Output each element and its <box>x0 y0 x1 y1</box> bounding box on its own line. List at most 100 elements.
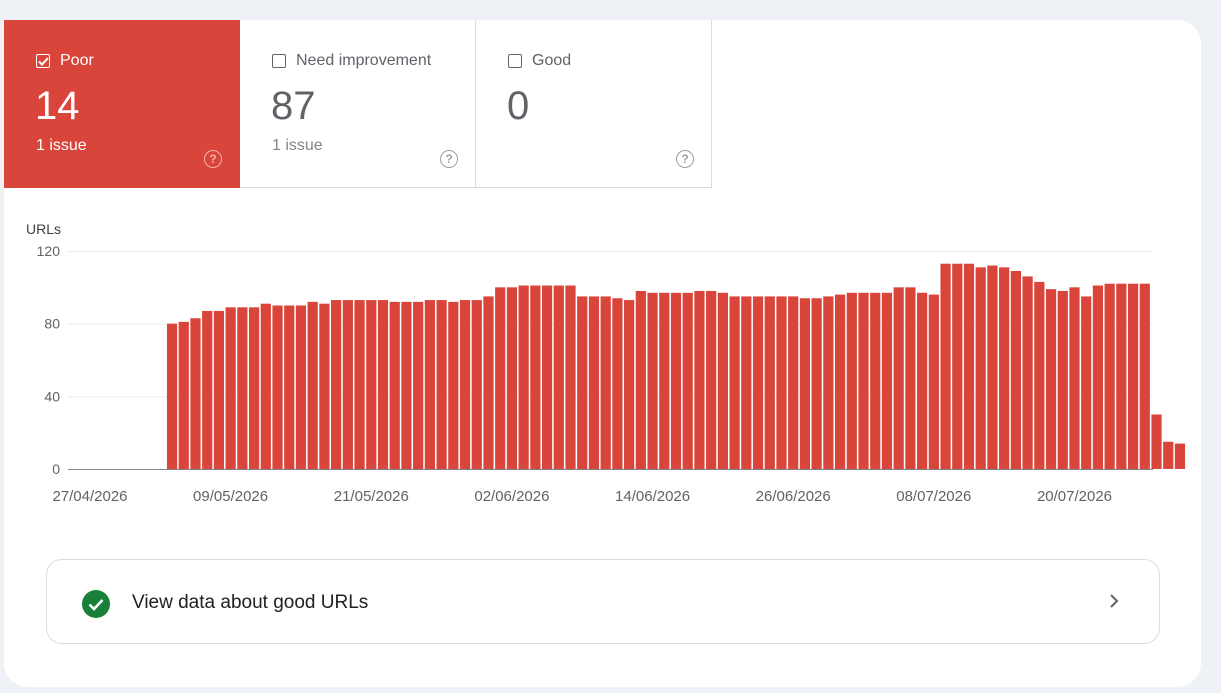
bar[interactable] <box>881 292 893 469</box>
bar[interactable] <box>952 263 963 469</box>
bar[interactable] <box>1034 281 1045 469</box>
bar[interactable] <box>471 300 482 469</box>
bar[interactable] <box>401 301 412 469</box>
bar[interactable] <box>295 305 307 470</box>
x-tick-label: 27/04/2026 <box>52 488 127 505</box>
bar[interactable] <box>260 303 271 469</box>
bar[interactable] <box>834 294 846 469</box>
bar[interactable] <box>635 290 646 469</box>
bar[interactable] <box>776 296 787 469</box>
bar[interactable] <box>202 310 213 469</box>
bar[interactable] <box>893 287 904 469</box>
bar[interactable] <box>846 292 857 469</box>
bar[interactable] <box>588 296 600 469</box>
bar[interactable] <box>905 287 916 469</box>
bar[interactable] <box>659 292 670 469</box>
bar[interactable] <box>284 305 295 470</box>
check-circle-icon <box>82 590 110 618</box>
bar[interactable] <box>530 285 541 469</box>
bar[interactable] <box>506 287 518 469</box>
bar[interactable] <box>917 292 928 469</box>
bar[interactable] <box>1163 441 1174 469</box>
bar[interactable] <box>752 296 764 469</box>
bar[interactable] <box>448 301 459 469</box>
bar[interactable] <box>1127 283 1139 469</box>
bar[interactable] <box>963 263 975 469</box>
bar[interactable] <box>342 300 353 469</box>
x-tick-label: 26/06/2026 <box>756 488 831 505</box>
x-tick-label: 21/05/2026 <box>334 488 409 505</box>
bar[interactable] <box>975 267 986 469</box>
bar[interactable] <box>764 296 775 469</box>
bar[interactable] <box>1022 276 1033 469</box>
bar[interactable] <box>1045 289 1057 469</box>
bar[interactable] <box>999 267 1010 469</box>
bar[interactable] <box>366 300 377 469</box>
bar[interactable] <box>1092 285 1104 469</box>
bar[interactable] <box>799 298 811 469</box>
bar[interactable] <box>858 292 869 469</box>
bar[interactable] <box>741 296 752 469</box>
bar[interactable] <box>670 292 682 469</box>
bar[interactable] <box>248 307 260 469</box>
bar[interactable] <box>729 296 740 469</box>
bar[interactable] <box>166 323 178 469</box>
bar[interactable] <box>694 290 705 469</box>
bar[interactable] <box>272 305 283 470</box>
bar[interactable] <box>178 321 189 469</box>
y-tick-labels: 0 40 80 120 <box>37 243 61 477</box>
x-tick-label: 09/05/2026 <box>193 488 268 505</box>
bar[interactable] <box>354 300 365 469</box>
bar[interactable] <box>682 292 693 469</box>
bar[interactable] <box>483 296 494 469</box>
bar[interactable] <box>870 292 881 469</box>
bar[interactable] <box>413 301 424 469</box>
bar[interactable] <box>1139 283 1150 469</box>
bar[interactable] <box>1069 287 1080 469</box>
bar[interactable] <box>436 300 447 469</box>
bar[interactable] <box>1151 414 1162 470</box>
bar[interactable] <box>389 301 400 469</box>
bar[interactable] <box>307 301 318 469</box>
bar[interactable] <box>987 265 998 469</box>
bar[interactable] <box>706 290 717 469</box>
bar[interactable] <box>237 307 248 469</box>
bar[interactable] <box>612 298 623 469</box>
bar[interactable] <box>624 300 635 469</box>
chevron-right-icon <box>1110 594 1119 608</box>
bar[interactable] <box>823 296 834 469</box>
bar[interactable] <box>1116 283 1127 469</box>
bar[interactable] <box>1057 290 1068 469</box>
bar[interactable] <box>1081 296 1092 469</box>
y-tick-label: 120 <box>37 243 61 259</box>
bar[interactable] <box>1174 443 1186 469</box>
bar[interactable] <box>495 287 506 469</box>
bar[interactable] <box>565 285 576 469</box>
bar[interactable] <box>811 298 822 469</box>
view-good-urls-link[interactable]: View data about good URLs <box>46 559 1160 644</box>
x-tick-label: 08/07/2026 <box>896 488 971 505</box>
bar[interactable] <box>225 307 236 469</box>
bar[interactable] <box>940 263 951 469</box>
y-tick-label: 40 <box>44 388 60 404</box>
bar[interactable] <box>319 303 330 469</box>
view-good-urls-label: View data about good URLs <box>132 592 369 613</box>
bar[interactable] <box>190 318 201 469</box>
x-tick-label: 14/06/2026 <box>615 488 690 505</box>
bar[interactable] <box>331 300 342 469</box>
bar[interactable] <box>717 292 728 469</box>
bar[interactable] <box>577 296 588 469</box>
bar[interactable] <box>647 292 658 469</box>
bar[interactable] <box>213 310 225 469</box>
bar[interactable] <box>600 296 611 469</box>
bar[interactable] <box>1104 283 1115 469</box>
bar[interactable] <box>1010 270 1021 469</box>
bar[interactable] <box>424 300 435 469</box>
bar[interactable] <box>928 294 939 469</box>
bar[interactable] <box>459 300 471 469</box>
bar[interactable] <box>377 300 389 469</box>
bar[interactable] <box>788 296 799 469</box>
bar[interactable] <box>541 285 553 469</box>
bar[interactable] <box>518 285 529 469</box>
bar[interactable] <box>553 285 564 469</box>
